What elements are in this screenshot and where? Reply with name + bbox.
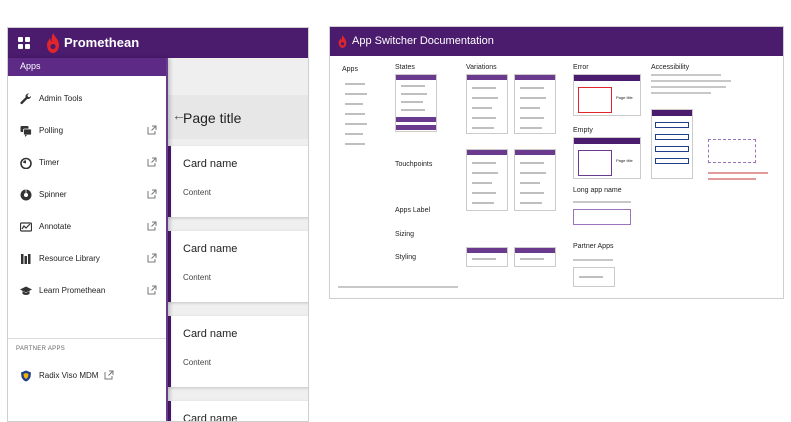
partner-apps-heading: PARTNER APPS [16, 346, 66, 352]
section-sizing: Sizing [395, 231, 415, 238]
section-partner-apps: Partner Apps [573, 243, 614, 250]
section-long-app-name: Long app name [573, 187, 622, 194]
empty-preview: Page title [573, 137, 641, 179]
card-name: Card name [183, 243, 238, 255]
app-item-label: Learn Promethean [39, 286, 106, 295]
variation-preview [514, 149, 556, 211]
drawer-divider [8, 338, 166, 339]
external-link-icon [147, 253, 157, 263]
variation-preview [466, 149, 508, 211]
external-link-icon [147, 285, 157, 295]
card-name: Card name [183, 328, 238, 340]
text-line [651, 92, 711, 94]
mini-page-title: Page title [616, 158, 633, 163]
section-styling: Styling [395, 254, 417, 261]
text-line [573, 201, 631, 203]
app-item-radix-viso-mdm[interactable]: Radix Viso MDM [8, 361, 166, 391]
card-content: Content [183, 358, 212, 367]
section-accessibility: Accessibility [651, 64, 690, 71]
mini-page-title: Page title [616, 95, 633, 100]
card-content: Content [183, 188, 212, 197]
card[interactable]: Card name Content [168, 146, 308, 217]
app-item-learn-promethean[interactable]: Learn Promethean [8, 276, 166, 306]
annotate-icon [20, 221, 32, 233]
app-item-polling[interactable]: Polling [8, 116, 166, 146]
promethean-flame-icon [338, 35, 347, 48]
apps-list-preview [340, 77, 374, 152]
card[interactable]: Card name Content [168, 316, 308, 387]
app-grid-button[interactable] [14, 33, 34, 53]
documentation-screenshot: App Switcher Documentation Apps States V… [329, 26, 784, 299]
text-line [651, 86, 726, 88]
radix-shield-icon [20, 370, 32, 382]
spinner-icon [20, 189, 32, 201]
variation-preview [514, 247, 556, 267]
error-preview: Page title [573, 74, 641, 116]
app-item-label: Admin Tools [39, 94, 83, 103]
app-item-label: Annotate [39, 222, 72, 231]
states-preview [395, 74, 437, 132]
section-variations: Variations [466, 64, 497, 71]
app-item-admin-tools[interactable]: Admin Tools [8, 84, 166, 114]
brand-name: Promethean [64, 35, 140, 50]
focus-annotation [708, 139, 756, 163]
drawer-header: Apps [8, 58, 166, 76]
page-title: Page title [183, 110, 242, 126]
external-link-icon [104, 370, 114, 380]
text-line [708, 172, 768, 174]
footnote [338, 286, 458, 288]
app-item-label: Radix Viso MDM [39, 371, 99, 380]
section-states: States [395, 64, 415, 71]
app-item-label: Resource Library [39, 254, 100, 263]
top-app-bar: Promethean [8, 28, 308, 58]
wrench-icon [20, 93, 32, 105]
app-item-label: Polling [39, 126, 64, 135]
grid-icon [18, 37, 30, 49]
timer-icon [20, 157, 32, 169]
card[interactable]: Card name [168, 401, 308, 422]
app-item-annotate[interactable]: Annotate [8, 212, 166, 242]
card-name: Card name [183, 413, 238, 422]
text-line [651, 80, 731, 82]
card[interactable]: Card name Content [168, 231, 308, 302]
external-link-icon [147, 221, 157, 231]
card-content: Content [183, 273, 212, 282]
library-icon [20, 253, 32, 265]
graduation-cap-icon [20, 285, 32, 297]
section-apps-label: Apps Label [395, 207, 431, 214]
chat-icon [20, 125, 32, 137]
drawer-title: Apps [20, 61, 41, 71]
section-error: Error [573, 64, 589, 71]
section-apps: Apps [342, 66, 358, 73]
promethean-flame-icon [47, 33, 59, 53]
variation-preview [514, 74, 556, 134]
doc-title: App Switcher Documentation [352, 35, 494, 47]
text-line [573, 259, 613, 261]
variation-preview [466, 74, 508, 134]
app-item-label: Spinner [39, 190, 67, 199]
app-item-label: Timer [39, 158, 60, 167]
app-switcher-drawer: Apps Admin Tools Polling Timer Spinner A… [8, 58, 168, 421]
doc-title-bar: App Switcher Documentation [330, 27, 783, 56]
section-touchpoints: Touchpoints [395, 161, 433, 168]
app-item-resource-library[interactable]: Resource Library [8, 244, 166, 274]
card-name: Card name [183, 158, 238, 170]
long-app-name-preview [573, 209, 631, 225]
accessibility-preview [651, 109, 693, 179]
app-item-spinner[interactable]: Spinner [8, 180, 166, 210]
section-empty: Empty [573, 127, 593, 134]
external-link-icon [147, 189, 157, 199]
text-line [708, 178, 756, 180]
app-item-timer[interactable]: Timer [8, 148, 166, 178]
variation-preview [466, 247, 508, 267]
partner-apps-preview [573, 267, 615, 287]
external-link-icon [147, 157, 157, 167]
app-switcher-screenshot: Promethean ← Page title Card name Conten… [7, 27, 309, 422]
text-line [651, 74, 721, 76]
external-link-icon [147, 125, 157, 135]
